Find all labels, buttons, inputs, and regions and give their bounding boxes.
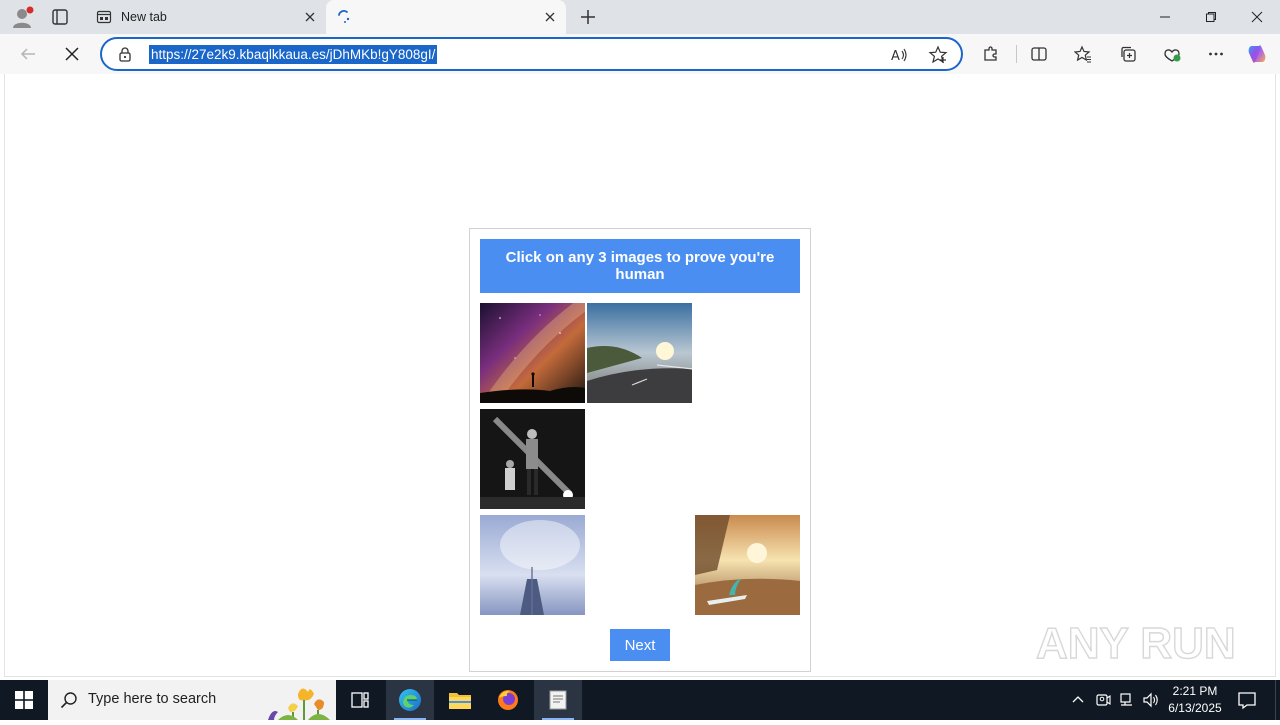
file-explorer-icon[interactable] [436, 680, 484, 720]
favorites-icon[interactable] [1071, 42, 1095, 66]
address-url-text[interactable]: https://27e2k9.kbaqlkkaua.es/jDhMKb!gY80… [149, 45, 438, 64]
taskbar-edge-icon[interactable] [386, 680, 434, 720]
volume-icon[interactable] [1141, 690, 1161, 710]
tab-actions-icon[interactable] [50, 7, 70, 27]
split-screen-icon[interactable] [1027, 42, 1051, 66]
tab-title: New tab [121, 10, 167, 24]
copilot-icon[interactable] [1245, 42, 1269, 66]
collections-icon[interactable] [1116, 42, 1140, 66]
search-highlight-flowers-icon [258, 680, 336, 720]
meet-now-icon[interactable] [1093, 690, 1113, 710]
notifications-icon[interactable] [1236, 690, 1258, 710]
firefox-icon[interactable] [484, 680, 532, 720]
address-bar[interactable]: https://27e2k9.kbaqlkkaua.es/jDhMKb!gY80… [100, 37, 963, 71]
new-tab-plus-icon[interactable] [578, 7, 598, 27]
captcha-widget: Click on any 3 images to prove you're hu… [469, 228, 811, 672]
site-info-lock-icon[interactable] [117, 46, 133, 62]
next-button[interactable]: Next [610, 629, 670, 661]
tab-loading[interactable] [326, 0, 566, 34]
restore-icon[interactable] [1188, 0, 1234, 34]
loading-spinner-icon [336, 9, 352, 25]
settings-more-icon[interactable] [1204, 42, 1228, 66]
read-aloud-icon[interactable]: A [889, 45, 909, 65]
back-arrow-icon[interactable] [16, 42, 40, 66]
search-icon [60, 691, 78, 709]
task-view-icon[interactable] [336, 680, 384, 720]
browser-essentials-icon[interactable] [1160, 42, 1184, 66]
search-placeholder-text: Type here to search [88, 691, 217, 707]
captcha-instruction: Click on any 3 images to prove you're hu… [480, 239, 800, 293]
close-window-icon[interactable] [1234, 0, 1280, 34]
taskbar-clock[interactable]: 2:21 PM 6/13/2025 [1162, 683, 1228, 717]
captcha-tile-skyscraper[interactable] [480, 515, 585, 615]
toolbar-separator [1016, 45, 1017, 63]
add-favorite-star-icon[interactable] [928, 45, 948, 65]
anyrun-watermark: ANY RUN [1035, 610, 1236, 672]
minimize-icon[interactable] [1142, 0, 1188, 34]
taskbar-open-window-icon[interactable] [534, 680, 582, 720]
windows-taskbar: Type here to search 2:21 PM 6/13/2025 [0, 680, 1280, 720]
svg-text:A: A [891, 49, 900, 64]
captcha-tile-band[interactable] [480, 409, 585, 509]
network-icon[interactable] [1117, 690, 1137, 710]
new-tab-page-icon [96, 9, 112, 25]
extensions-puzzle-icon[interactable] [979, 42, 1003, 66]
start-windows-icon[interactable] [0, 680, 48, 720]
captcha-tile-beach-surfboard[interactable] [695, 515, 800, 615]
tab-new-tab[interactable]: New tab [86, 0, 326, 34]
show-hidden-icons-chevron-icon[interactable] [1068, 690, 1088, 710]
tab-close-icon[interactable] [542, 9, 558, 25]
profile-avatar-icon[interactable] [10, 6, 34, 30]
tab-strip: New tab [0, 0, 1280, 34]
browser-toolbar: https://27e2k9.kbaqlkkaua.es/jDhMKb!gY80… [0, 34, 1280, 74]
clock-date: 6/13/2025 [1168, 701, 1222, 715]
watermark-text: ANY RUN [1036, 619, 1236, 668]
captcha-tile-milky-way[interactable] [480, 303, 585, 403]
show-desktop-button[interactable] [1275, 680, 1280, 720]
tab-close-icon[interactable] [302, 9, 318, 25]
stop-loading-icon[interactable] [60, 42, 84, 66]
taskbar-search-box[interactable]: Type here to search [48, 680, 336, 720]
clock-time: 2:21 PM [1172, 684, 1218, 698]
captcha-tile-coastal-road[interactable] [587, 303, 692, 403]
